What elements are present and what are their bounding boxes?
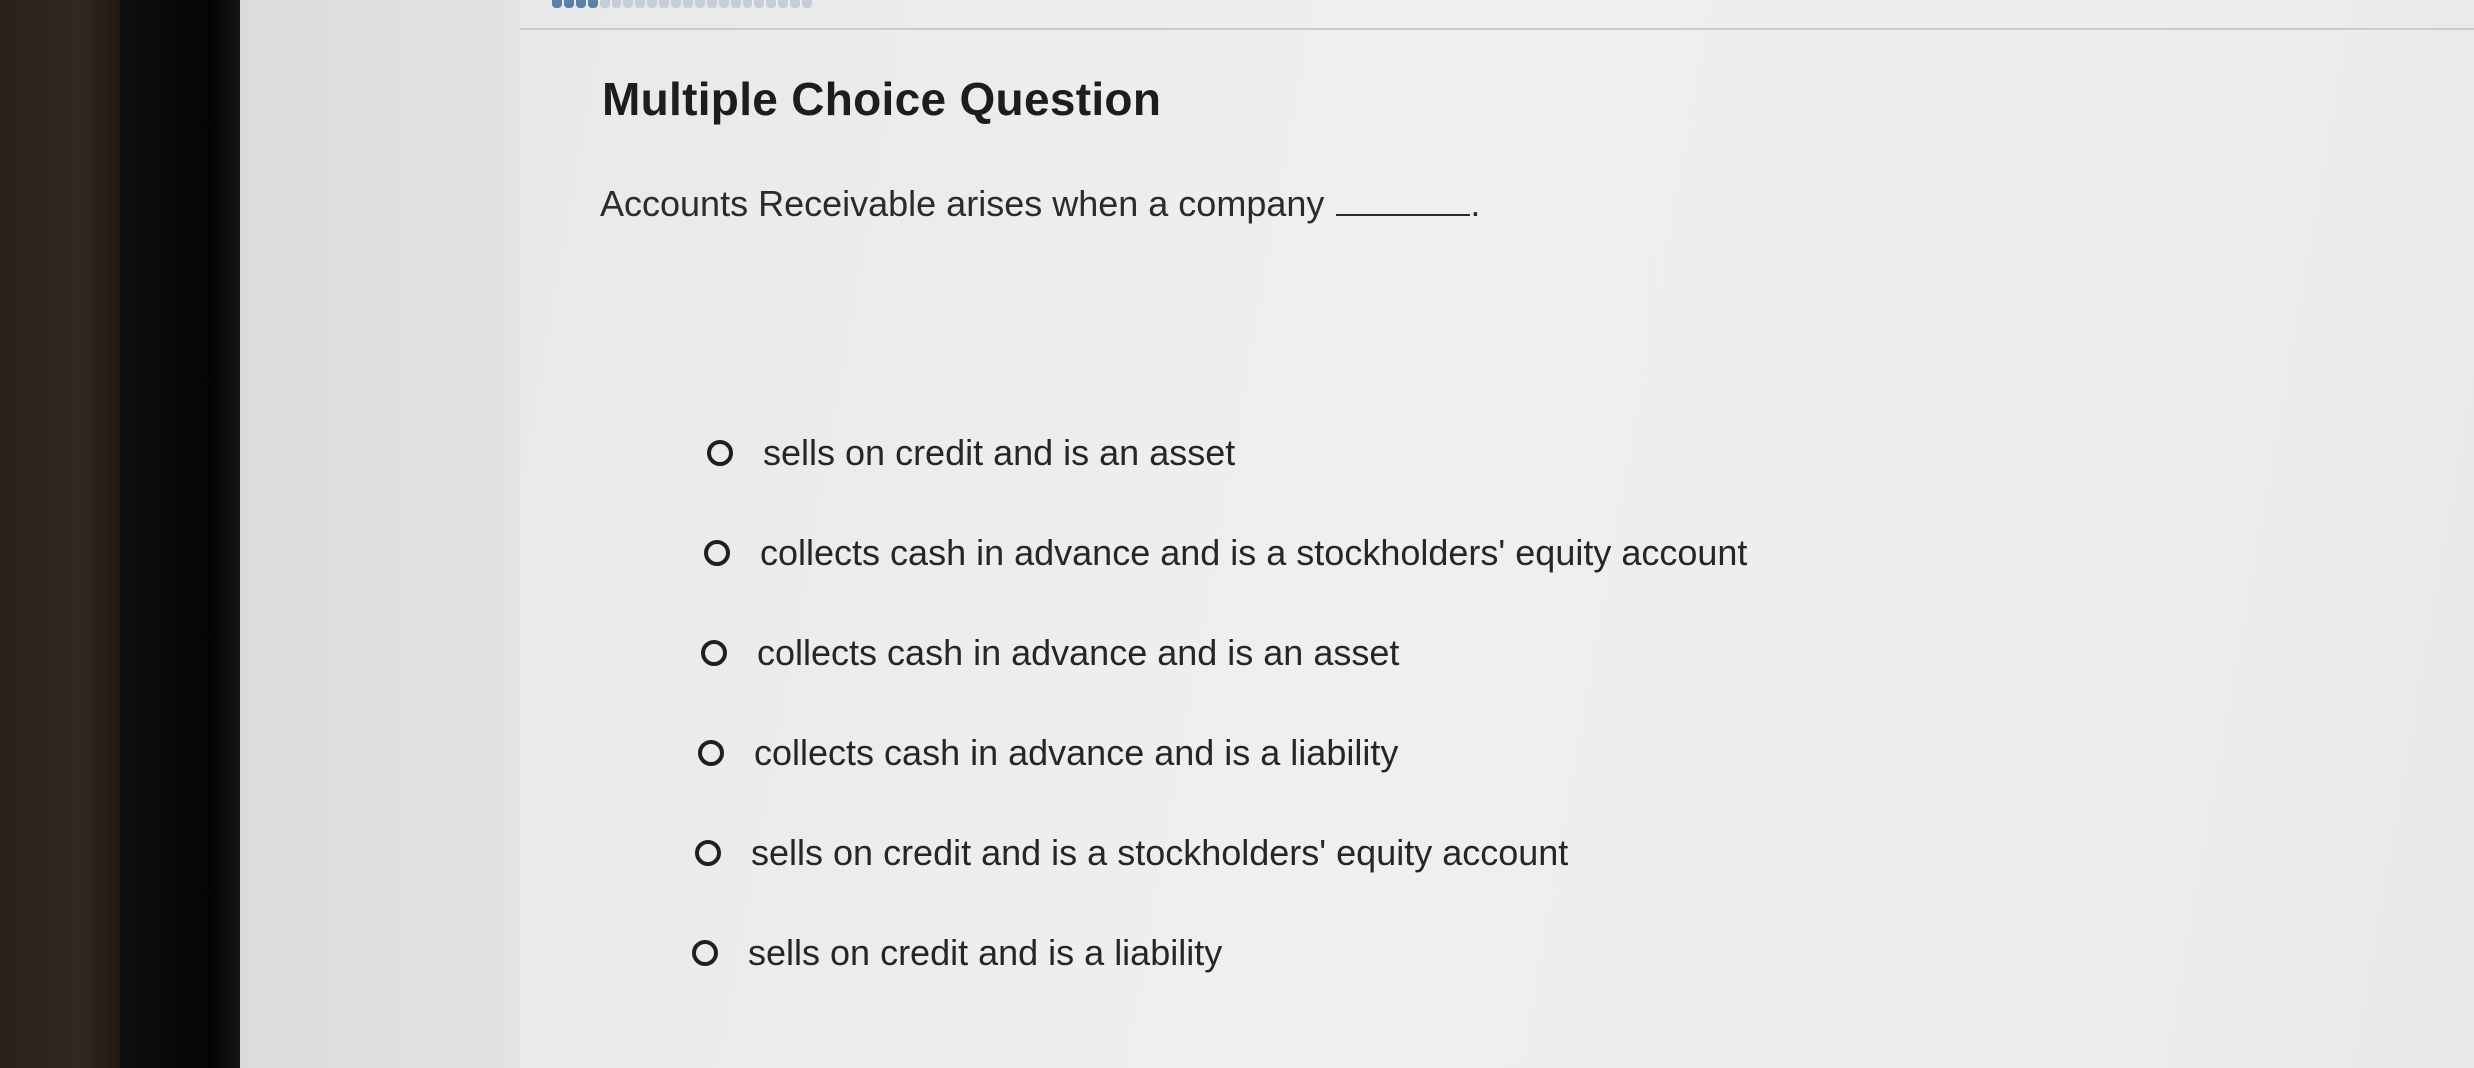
desk-background — [0, 0, 130, 1068]
answer-option-label: collects cash in advance and is an asset — [757, 632, 1400, 673]
answer-option-label: collects cash in advance and is a stockh… — [760, 532, 1748, 573]
radio-button[interactable] — [707, 440, 733, 466]
answer-option[interactable]: collects cash in advance and is an asset — [701, 632, 1399, 674]
answer-option[interactable]: collects cash in advance and is a liabil… — [698, 732, 1398, 774]
radio-button[interactable] — [695, 840, 721, 866]
photo-frame: Multiple Choice Question Accounts Receiv… — [0, 0, 2474, 1068]
radio-button[interactable] — [704, 540, 730, 566]
question-panel: Multiple Choice Question Accounts Receiv… — [520, 0, 2474, 1068]
answer-option[interactable]: sells on credit and is an asset — [707, 432, 1235, 474]
answer-option[interactable]: sells on credit and is a liability — [692, 932, 1222, 974]
radio-button[interactable] — [692, 940, 718, 966]
answer-option[interactable]: collects cash in advance and is a stockh… — [704, 532, 1747, 574]
monitor-bezel — [120, 0, 250, 1068]
answer-option[interactable]: sells on credit and is a stockholders' e… — [695, 832, 1568, 874]
answer-option-label: sells on credit and is a stockholders' e… — [751, 832, 1569, 873]
left-panel — [240, 0, 520, 1068]
radio-button[interactable] — [698, 740, 724, 766]
radio-button[interactable] — [701, 640, 727, 666]
answer-option-label: sells on credit and is a liability — [748, 932, 1223, 973]
screen: Multiple Choice Question Accounts Receiv… — [240, 0, 2474, 1068]
answer-option-label: collects cash in advance and is a liabil… — [754, 732, 1399, 773]
answer-options: sells on credit and is an asset collects… — [520, 0, 2474, 1068]
answer-option-label: sells on credit and is an asset — [763, 432, 1236, 473]
